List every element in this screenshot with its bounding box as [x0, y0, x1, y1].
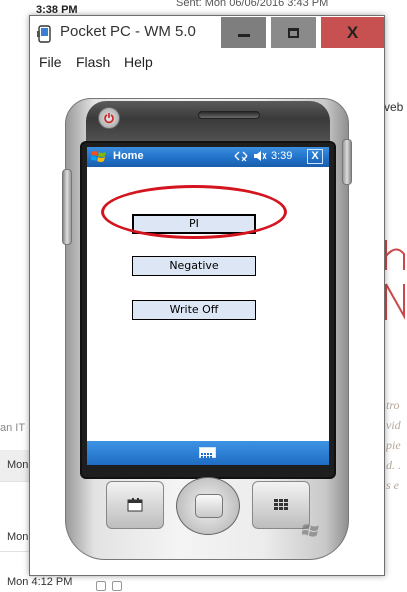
window-title: Pocket PC - WM 5.0 [60, 23, 196, 40]
minimize-button[interactable] [220, 17, 266, 48]
email-body-fragment: vid [386, 418, 401, 432]
calendar-hardware-button[interactable] [106, 481, 164, 529]
power-button[interactable] [98, 107, 120, 129]
minimize-icon [237, 34, 250, 37]
email-row-date: Mon [7, 459, 29, 471]
pocket-pc-device: Home 3:39 X PI Negative Write Off [62, 98, 352, 560]
menu-file[interactable]: File [39, 54, 62, 70]
keyboard-keys-icon [201, 453, 212, 460]
status-area: 3:39 [233, 150, 292, 162]
start-menu-icon[interactable] [91, 150, 107, 164]
negative-button[interactable]: Negative [132, 256, 256, 276]
email-row-date: Mon [7, 531, 29, 543]
email-row-flags[interactable] [96, 578, 136, 591]
red-logo-fragment [385, 240, 405, 320]
maximize-icon [288, 27, 299, 38]
email-sent-header: Sent: Mon 06/06/2016 3:43 PM [176, 0, 329, 8]
close-button[interactable]: X [320, 17, 384, 48]
side-button-right[interactable] [342, 139, 352, 185]
maximize-button[interactable] [270, 17, 316, 48]
email-body-fragment: veb [384, 100, 404, 114]
checkbox-icon[interactable] [96, 581, 106, 591]
contacts-grid-icon [274, 499, 288, 510]
contacts-hardware-button[interactable] [252, 481, 310, 529]
connectivity-icon[interactable] [233, 150, 249, 162]
power-icon [104, 113, 114, 124]
keyboard-icon[interactable] [199, 447, 216, 460]
menu-bar: File Flash Help [30, 49, 384, 73]
pocket-pc-app-icon [37, 25, 51, 43]
side-button-left[interactable] [62, 169, 72, 245]
screen-close-button[interactable]: X [307, 149, 323, 164]
email-snippet-fragment: an IT [0, 422, 26, 434]
close-icon: X [346, 22, 359, 42]
speaker-grille [198, 111, 260, 119]
email-body-fragment: s e [386, 478, 399, 492]
windows-logo-icon [302, 524, 319, 537]
menu-flash[interactable]: Flash [76, 54, 110, 70]
device-top-panel [86, 101, 330, 145]
screen-bezel: Home 3:39 X PI Negative Write Off [80, 141, 336, 479]
directional-pad[interactable] [176, 477, 240, 535]
volume-icon[interactable] [253, 150, 267, 162]
window-titlebar[interactable]: Pocket PC - WM 5.0 X [30, 16, 384, 49]
write-off-button[interactable]: Write Off [132, 300, 256, 320]
dpad-action-button[interactable] [195, 494, 223, 518]
clock[interactable]: 3:39 [271, 150, 292, 162]
emulator-window: Pocket PC - WM 5.0 X File Flash Help Hom… [29, 15, 385, 576]
email-body-fragment: d. . [386, 458, 401, 472]
flag-icon[interactable] [112, 581, 122, 591]
soft-key-bar [87, 441, 329, 465]
device-screen: Home 3:39 X PI Negative Write Off [87, 147, 329, 465]
calendar-icon [127, 498, 143, 512]
email-body-fragment: tro [386, 398, 400, 412]
email-row-date: Mon 4:12 PM [7, 576, 73, 588]
screen-title: Home [113, 150, 144, 162]
red-highlight-annotation [101, 185, 287, 239]
menu-help[interactable]: Help [124, 54, 153, 70]
email-body-fragment: pie [386, 438, 401, 452]
hardware-controls [106, 477, 310, 537]
device-taskbar: Home 3:39 X [87, 147, 329, 167]
